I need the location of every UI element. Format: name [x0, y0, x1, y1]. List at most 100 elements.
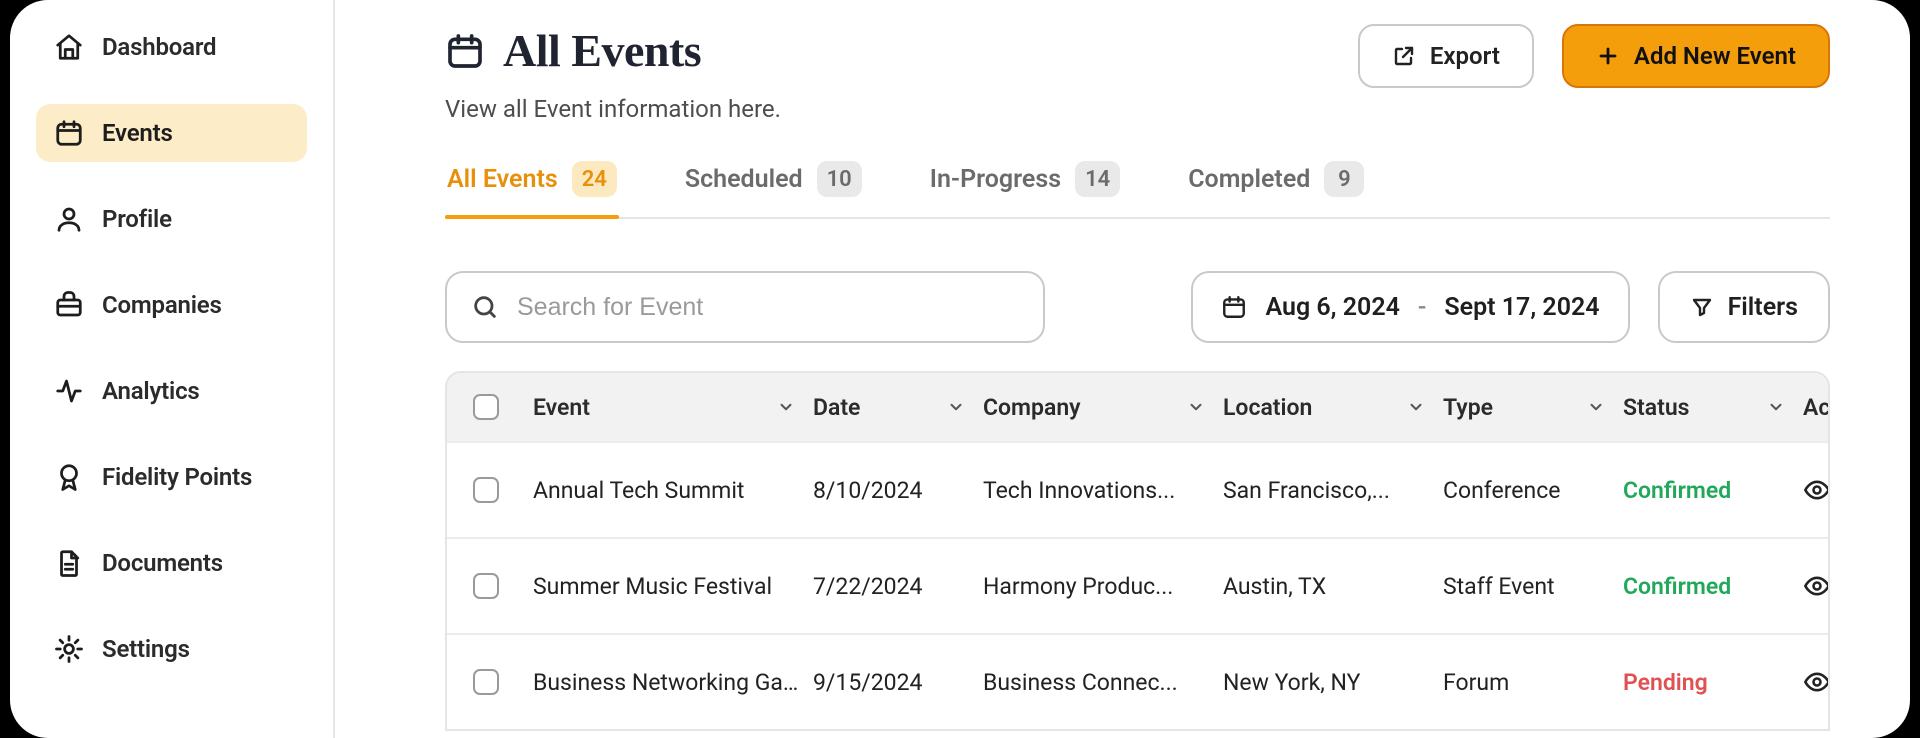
column-label: Type — [1443, 394, 1493, 421]
tab-all-events[interactable]: All Events 24 — [445, 161, 619, 217]
add-new-event-button[interactable]: Add New Event — [1562, 24, 1830, 88]
tab-in-progress[interactable]: In-Progress 14 — [928, 161, 1122, 217]
tab-label: All Events — [447, 165, 558, 194]
table-row: Business Networking Gala 9/15/2024 Busin… — [447, 633, 1828, 729]
table-header-row: Event Date Company Location Type — [447, 373, 1828, 441]
sidebar-item-analytics[interactable]: Analytics — [36, 362, 307, 420]
cell-date: 8/10/2024 — [813, 477, 983, 504]
date-range-separator: - — [1418, 293, 1427, 322]
view-action[interactable] — [1803, 572, 1830, 600]
select-all-checkbox[interactable] — [473, 394, 499, 420]
date-range-start: Aug 6, 2024 — [1265, 293, 1399, 322]
column-label: Location — [1223, 394, 1312, 421]
chevron-down-icon — [1767, 398, 1785, 416]
sidebar-item-profile[interactable]: Profile — [36, 190, 307, 248]
tab-count-badge: 24 — [572, 161, 617, 197]
column-header-location[interactable]: Location — [1223, 394, 1443, 421]
cell-event: Business Networking Gala — [533, 669, 813, 696]
sidebar-item-label: Profile — [102, 205, 172, 233]
activity-icon — [54, 376, 84, 406]
sidebar-item-dashboard[interactable]: Dashboard — [36, 18, 307, 76]
sidebar-item-fidelity-points[interactable]: Fidelity Points — [36, 448, 307, 506]
sidebar-item-label: Documents — [102, 549, 223, 577]
tab-label: In-Progress — [930, 165, 1061, 194]
page-title: All Events — [503, 24, 701, 77]
cell-type: Forum — [1443, 669, 1623, 696]
column-header-company[interactable]: Company — [983, 394, 1223, 421]
filters-button[interactable]: Filters — [1658, 271, 1830, 343]
table-row: Annual Tech Summit 8/10/2024 Tech Innova… — [447, 441, 1828, 537]
cell-date: 9/15/2024 — [813, 669, 983, 696]
search-container — [445, 271, 1045, 343]
cell-location: San Francisco,... — [1223, 477, 1443, 504]
chevron-down-icon — [1587, 398, 1605, 416]
column-header-type[interactable]: Type — [1443, 394, 1623, 421]
column-header-event[interactable]: Event — [533, 394, 813, 421]
page-header: All Events View all Event information he… — [445, 24, 1830, 123]
sidebar-item-companies[interactable]: Companies — [36, 276, 307, 334]
cell-status: Confirmed — [1623, 573, 1803, 600]
cell-status: Pending — [1623, 669, 1803, 696]
date-range-end: Sept 17, 2024 — [1444, 293, 1599, 322]
events-table: Event Date Company Location Type — [445, 371, 1830, 731]
sidebar-item-label: Fidelity Points — [102, 463, 252, 491]
cell-type: Conference — [1443, 477, 1623, 504]
sidebar-item-settings[interactable]: Settings — [36, 620, 307, 678]
sidebar-item-label: Events — [102, 119, 173, 147]
column-label: Status — [1623, 394, 1690, 421]
cell-location: Austin, TX — [1223, 573, 1443, 600]
tab-completed[interactable]: Completed 9 — [1186, 161, 1366, 217]
tab-scheduled[interactable]: Scheduled 10 — [683, 161, 864, 217]
table-controls: Aug 6, 2024 - Sept 17, 2024 Filters — [445, 271, 1830, 343]
chevron-down-icon — [1187, 398, 1205, 416]
column-label: Date — [813, 394, 860, 421]
cell-type: Staff Event — [1443, 573, 1623, 600]
cell-company: Business Connec... — [983, 669, 1223, 696]
sidebar-item-events[interactable]: Events — [36, 104, 307, 162]
sidebar-item-label: Companies — [102, 291, 222, 319]
award-icon — [54, 462, 84, 492]
chevron-down-icon — [1407, 398, 1425, 416]
column-label: Event — [533, 394, 590, 421]
view-action[interactable] — [1803, 668, 1830, 696]
calendar-icon — [445, 31, 485, 71]
row-checkbox[interactable] — [473, 477, 499, 503]
column-header-actions: Actions — [1803, 394, 1830, 421]
tab-count-badge: 10 — [817, 161, 862, 197]
row-checkbox[interactable] — [473, 573, 499, 599]
sidebar-item-label: Analytics — [102, 377, 200, 405]
cell-event: Annual Tech Summit — [533, 477, 813, 504]
page-subtitle: View all Event information here. — [445, 95, 781, 123]
sidebar-item-documents[interactable]: Documents — [36, 534, 307, 592]
tab-label: Completed — [1188, 165, 1310, 194]
calendar-icon — [1221, 294, 1247, 320]
column-label: Actions — [1803, 394, 1830, 421]
search-input[interactable] — [515, 292, 1019, 323]
gear-icon — [54, 634, 84, 664]
date-range-picker[interactable]: Aug 6, 2024 - Sept 17, 2024 — [1191, 271, 1629, 343]
main-content: All Events View all Event information he… — [335, 0, 1910, 738]
tab-count-badge: 14 — [1075, 161, 1120, 197]
row-checkbox[interactable] — [473, 669, 499, 695]
sidebar-item-label: Dashboard — [102, 33, 216, 61]
cell-company: Tech Innovations... — [983, 477, 1223, 504]
filters-label: Filters — [1728, 293, 1798, 322]
export-button[interactable]: Export — [1358, 24, 1534, 88]
cell-date: 7/22/2024 — [813, 573, 983, 600]
view-action[interactable] — [1803, 476, 1830, 504]
sidebar-item-label: Settings — [102, 635, 190, 663]
sidebar: Dashboard Events Profile Companies Analy — [10, 0, 335, 738]
user-icon — [54, 204, 84, 234]
export-icon — [1392, 44, 1416, 68]
calendar-icon — [54, 118, 84, 148]
tab-count-badge: 9 — [1324, 161, 1364, 197]
search-icon — [471, 293, 499, 321]
cell-status: Confirmed — [1623, 477, 1803, 504]
column-header-date[interactable]: Date — [813, 394, 983, 421]
column-header-status[interactable]: Status — [1623, 394, 1803, 421]
tab-label: Scheduled — [685, 165, 803, 194]
table-row: Summer Music Festival 7/22/2024 Harmony … — [447, 537, 1828, 633]
plus-icon — [1596, 44, 1620, 68]
add-new-event-label: Add New Event — [1634, 42, 1796, 70]
home-icon — [54, 32, 84, 62]
